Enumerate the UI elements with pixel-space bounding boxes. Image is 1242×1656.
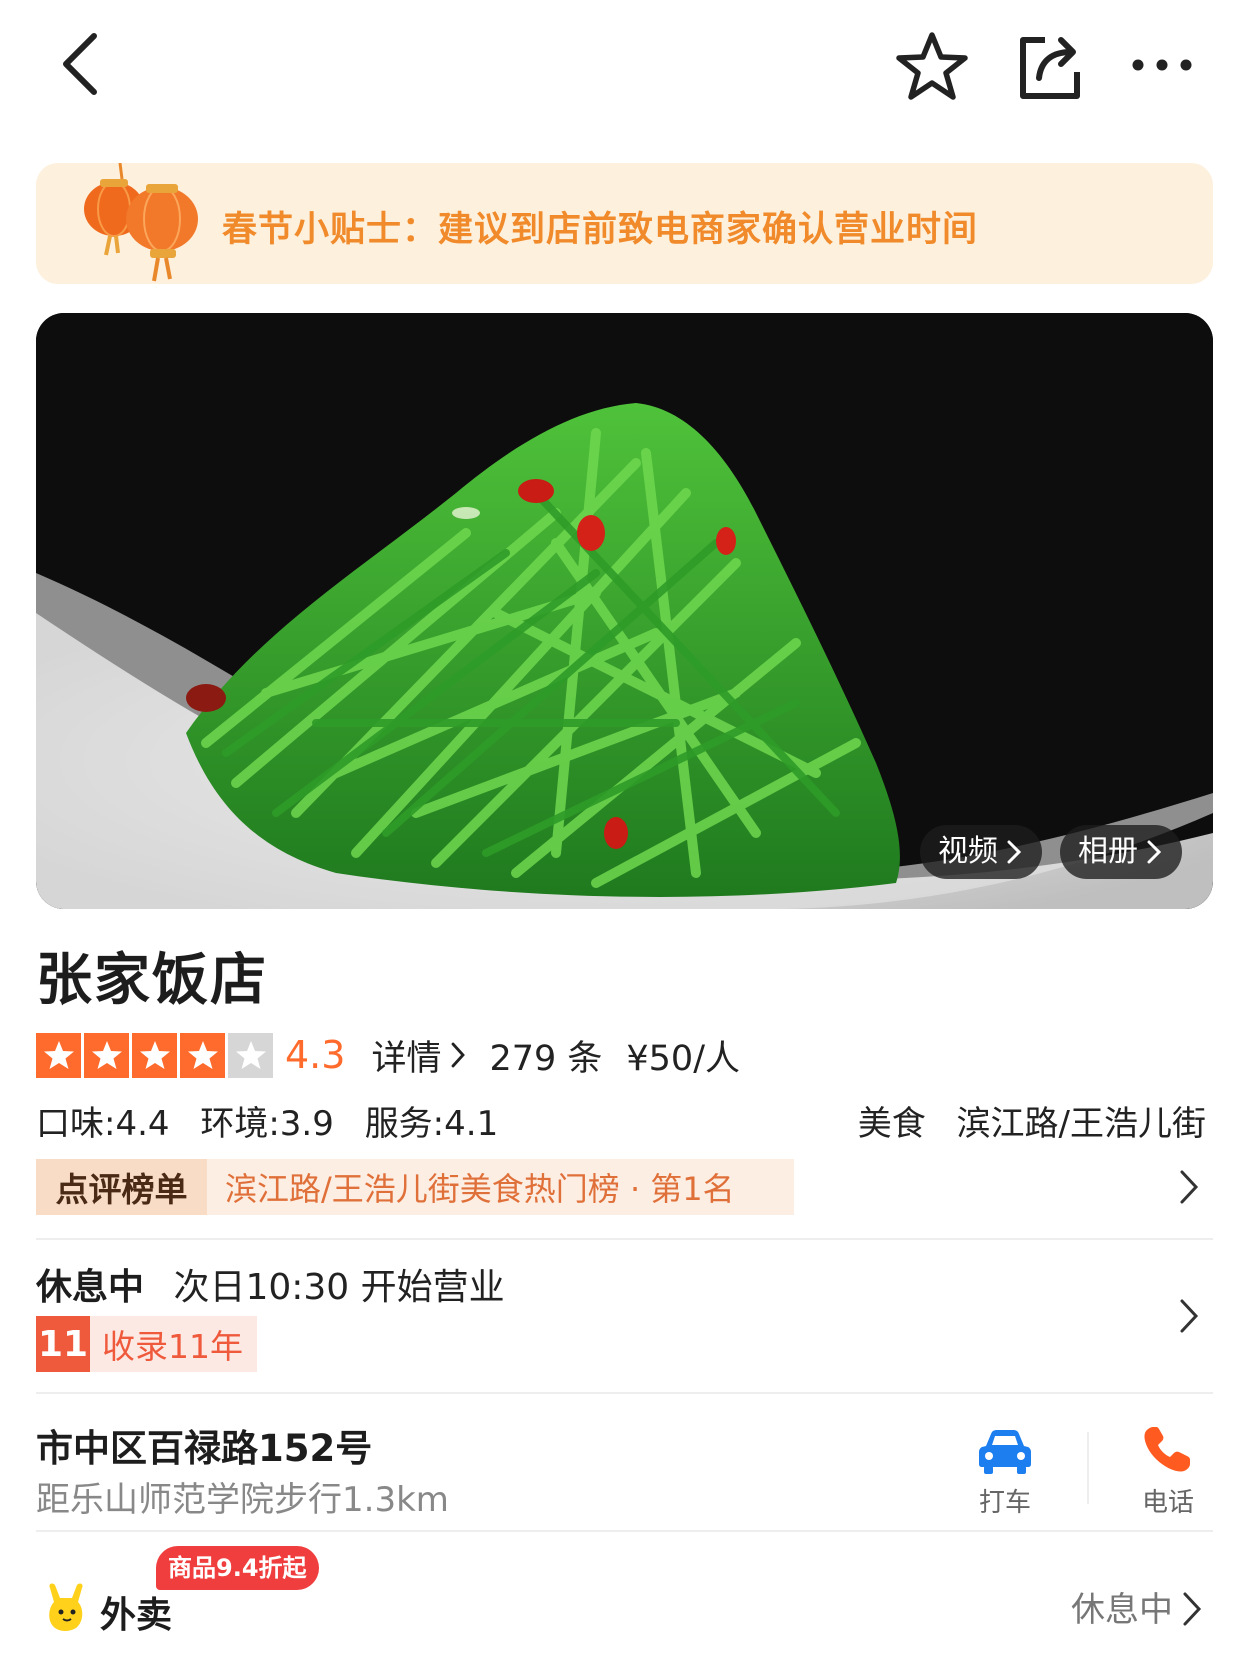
- category-label[interactable]: 美食: [858, 1104, 926, 1144]
- chevron-right-icon: [452, 1042, 466, 1068]
- top-nav: [0, 0, 1242, 140]
- review-count[interactable]: 279 条: [489, 1030, 602, 1081]
- star-rating: [36, 1032, 273, 1078]
- rank-tag: 点评榜单: [36, 1159, 207, 1215]
- food-photo: [36, 313, 1213, 909]
- discount-badge: 商品9.4折起: [156, 1546, 319, 1590]
- star-filled-icon: [84, 1032, 129, 1078]
- chevron-right-icon[interactable]: [1178, 1297, 1200, 1335]
- rank-row[interactable]: 点评榜单 滨江路/王浩儿街美食热门榜 · 第1名: [36, 1159, 1213, 1215]
- star-filled-icon: [36, 1032, 81, 1078]
- taxi-button[interactable]: 打车: [950, 1424, 1060, 1519]
- rating-detail-link[interactable]: 详情: [371, 1030, 467, 1081]
- business-hours[interactable]: 休息中 次日10:30 开始营业: [36, 1258, 505, 1310]
- takeout-row[interactable]: 外卖 商品9.4折起 休息中: [36, 1546, 1213, 1656]
- chevron-right-icon: [1183, 1592, 1202, 1626]
- hero-photo[interactable]: 视频 相册: [36, 313, 1213, 909]
- area-label[interactable]: 滨江路/王浩儿街: [957, 1104, 1206, 1144]
- divider: [36, 1530, 1213, 1532]
- hours-status: 休息中: [36, 1267, 145, 1308]
- more-icon[interactable]: [1130, 45, 1194, 85]
- rank-text: 滨江路/王浩儿街美食热门榜 · 第1名: [225, 1170, 735, 1208]
- back-icon[interactable]: [58, 30, 108, 100]
- category-area: 美食 滨江路/王浩儿街: [838, 1096, 1206, 1145]
- tip-text: 春节小贴士：建议到店前致电商家确认营业时间: [222, 210, 979, 250]
- taxi-label: 打车: [978, 1488, 1031, 1518]
- sub-scores: 口味:4.4 环境:3.9 服务:4.1: [36, 1096, 518, 1145]
- rank-box: 点评榜单 滨江路/王浩儿街美食热门榜 · 第1名: [36, 1159, 794, 1215]
- share-icon[interactable]: [1015, 32, 1085, 102]
- chevron-right-icon: [1180, 1170, 1199, 1204]
- video-label: 视频: [938, 834, 998, 869]
- divider: [36, 1238, 1213, 1240]
- holiday-tip-banner[interactable]: 春节小贴士：建议到店前致电商家确认营业时间: [36, 162, 1213, 284]
- rating-row: 4.3 详情 279 条 ¥50/人: [36, 1030, 740, 1080]
- car-icon: [979, 1430, 1031, 1474]
- star-filled-icon: [180, 1032, 225, 1078]
- price-per-person: ¥50/人: [626, 1038, 740, 1079]
- shop-name: 张家饭店: [36, 948, 268, 1013]
- distance-text: 距乐山师范学院步行1.3km: [36, 1480, 449, 1520]
- takeout-label: 外卖: [100, 1595, 173, 1636]
- star-empty-icon: [228, 1032, 273, 1078]
- lantern-icon: [70, 162, 200, 288]
- action-separator: [1087, 1432, 1089, 1504]
- video-button[interactable]: 视频: [920, 825, 1042, 879]
- takeout-status: 休息中: [1071, 1590, 1173, 1630]
- takeout-logo-icon: [44, 1582, 90, 1632]
- phone-icon: [1144, 1427, 1190, 1472]
- star-filled-icon: [132, 1032, 177, 1078]
- next-open-time: 次日10:30 开始营业: [173, 1267, 505, 1308]
- chevron-right-icon: [1147, 840, 1162, 864]
- phone-label: 电话: [1141, 1488, 1194, 1518]
- divider: [36, 1392, 1213, 1394]
- shop-address[interactable]: 市中区百禄路152号: [36, 1418, 372, 1472]
- service-score: 服务:4.1: [364, 1104, 499, 1144]
- album-label: 相册: [1078, 834, 1138, 869]
- detail-label: 详情: [371, 1038, 442, 1079]
- years-number: 11: [36, 1316, 90, 1372]
- years-badge: 11 收录11年: [36, 1316, 257, 1372]
- rating-score: 4.3: [285, 1033, 346, 1077]
- album-button[interactable]: 相册: [1060, 825, 1182, 879]
- star-outline-icon[interactable]: [895, 30, 969, 104]
- phone-button[interactable]: 电话: [1113, 1424, 1223, 1519]
- taste-score: 口味:4.4: [36, 1104, 170, 1144]
- chevron-right-icon: [1007, 840, 1022, 864]
- years-text: 收录11年: [102, 1327, 243, 1366]
- environment-score: 环境:3.9: [200, 1104, 334, 1144]
